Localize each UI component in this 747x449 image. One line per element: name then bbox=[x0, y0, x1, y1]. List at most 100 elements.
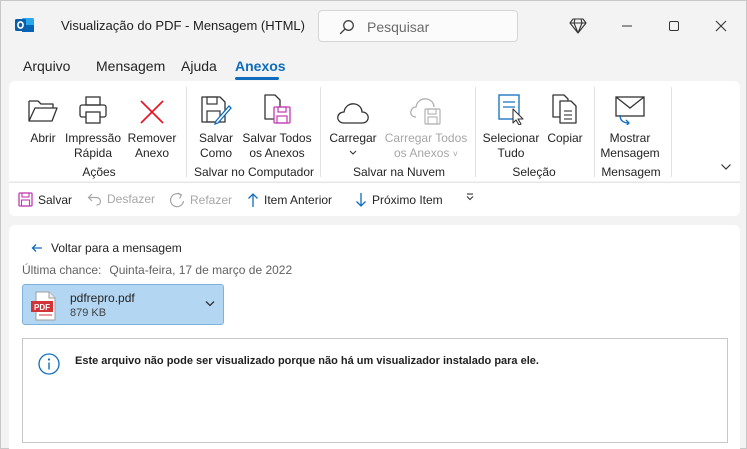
abrir-button[interactable]: Abrir bbox=[23, 89, 63, 146]
arrow-left-icon bbox=[31, 244, 42, 252]
close-button[interactable] bbox=[701, 11, 741, 41]
copiar-button[interactable]: Copiar bbox=[543, 89, 587, 146]
quick-access-toolbar: Salvar Desfazer Refazer Item Anterior Pr… bbox=[9, 182, 740, 216]
tab-arquivo[interactable]: Arquivo bbox=[23, 58, 70, 74]
chevron-down-icon[interactable] bbox=[204, 299, 216, 309]
arrow-up-icon bbox=[248, 193, 258, 207]
save-icon bbox=[18, 192, 33, 207]
save-all-attachments-icon bbox=[264, 94, 291, 124]
open-folder-icon bbox=[28, 100, 58, 122]
title-bar: Visualização do PDF - Mensagem (HTML) Pe… bbox=[1, 1, 746, 51]
ribbon-separator bbox=[594, 87, 595, 177]
last-chance-label: Última chance: bbox=[22, 263, 102, 277]
ribbon-separator bbox=[475, 87, 476, 177]
tab-mensagem[interactable]: Mensagem bbox=[96, 58, 165, 74]
qat-proximo-item-label: Próximo Item bbox=[372, 193, 443, 207]
ribbon-separator bbox=[671, 87, 672, 177]
chevron-down-icon bbox=[721, 164, 731, 170]
group-label-acoes: Ações bbox=[82, 165, 116, 179]
maximize-button[interactable] bbox=[654, 11, 694, 41]
attachment-chip[interactable]: PDF pdfrepro.pdf 879 KB bbox=[22, 284, 224, 325]
qat-customize-button[interactable] bbox=[465, 192, 475, 202]
outlook-app-icon bbox=[15, 18, 34, 32]
abrir-label: Abrir bbox=[30, 131, 56, 145]
save-as-icon bbox=[201, 96, 232, 125]
selecionar-label-2: Tudo bbox=[497, 146, 525, 160]
attachment-size: 879 KB bbox=[70, 307, 107, 319]
attachment-name: pdfrepro.pdf bbox=[70, 291, 135, 305]
salvar-como-label-2: Como bbox=[199, 146, 232, 160]
active-tab-indicator bbox=[235, 77, 279, 80]
impressao-label-1: Impressão bbox=[64, 131, 122, 145]
ribbon-options-button[interactable] bbox=[720, 161, 732, 175]
qat-desfazer-button[interactable]: Desfazer bbox=[87, 192, 155, 206]
last-chance-value: Quinta-feira, 17 de março de 2022 bbox=[109, 263, 293, 277]
copy-icon bbox=[552, 94, 577, 124]
carregar-button[interactable]: Carregar bbox=[327, 89, 379, 161]
ribbon-tabs: Arquivo Mensagem Ajuda Anexos bbox=[1, 53, 746, 80]
salvar-todos-label-2: os Anexos bbox=[249, 146, 305, 160]
impressao-rapida-button[interactable]: Impressão Rápida bbox=[63, 89, 123, 161]
preview-message-box: Este arquivo não pode ser visualizado po… bbox=[22, 338, 728, 443]
mostrar-label-2: Mensagem bbox=[600, 146, 660, 160]
search-icon bbox=[339, 20, 354, 35]
tab-anexos[interactable]: Anexos bbox=[235, 58, 286, 74]
minimize-icon bbox=[622, 25, 632, 27]
last-chance-row: Última chance: Quinta-feira, 17 de março … bbox=[22, 263, 292, 277]
info-icon bbox=[38, 353, 60, 375]
qat-desfazer-label: Desfazer bbox=[107, 192, 156, 206]
selecionar-label-1: Selecionar bbox=[482, 131, 540, 145]
qat-item-anterior-button[interactable]: Item Anterior bbox=[247, 192, 332, 208]
qat-refazer-label: Refazer bbox=[190, 193, 233, 207]
qat-salvar-label: Salvar bbox=[38, 192, 73, 207]
maximize-icon bbox=[669, 21, 679, 31]
qat-refazer-button[interactable]: Refazer bbox=[169, 192, 232, 208]
ribbon-separator bbox=[186, 87, 187, 177]
select-all-icon bbox=[498, 94, 524, 125]
mostrar-mensagem-button[interactable]: Mostrar Mensagem bbox=[598, 89, 662, 161]
printer-icon bbox=[79, 96, 107, 124]
tab-ajuda[interactable]: Ajuda bbox=[181, 58, 217, 74]
redo-icon bbox=[169, 192, 185, 208]
qat-salvar-button[interactable]: Salvar bbox=[18, 192, 72, 207]
undo-icon bbox=[87, 193, 102, 206]
impressao-label-2: Rápida bbox=[73, 146, 113, 160]
cloud-upload-all-icon bbox=[410, 98, 441, 125]
carregar-todos-button[interactable]: Carregar Todos os Anexos ˅ bbox=[383, 89, 469, 162]
outlook-window: Visualização do PDF - Mensagem (HTML) Pe… bbox=[0, 0, 747, 449]
cloud-icon bbox=[337, 103, 369, 124]
back-to-message-link[interactable]: Voltar para a mensagem bbox=[31, 241, 182, 255]
remover-label-1: Remover bbox=[127, 131, 177, 145]
qat-item-anterior-label: Item Anterior bbox=[264, 193, 333, 207]
attachment-preview-pane: Voltar para a mensagem Última chance: Qui… bbox=[9, 225, 740, 449]
salvar-todos-label-1: Salvar Todos bbox=[242, 131, 312, 145]
group-label-selecao: Seleção bbox=[512, 165, 556, 179]
mostrar-label-1: Mostrar bbox=[609, 131, 651, 145]
remover-anexo-button[interactable]: Remover Anexo bbox=[125, 89, 179, 161]
window-title: Visualização do PDF - Mensagem (HTML) bbox=[61, 18, 305, 33]
ribbon-separator bbox=[320, 87, 321, 177]
qat-proximo-item-button[interactable]: Próximo Item bbox=[355, 192, 443, 208]
carregar-label: Carregar bbox=[329, 131, 377, 145]
minimize-button[interactable] bbox=[607, 11, 647, 41]
selecionar-tudo-button[interactable]: Selecionar Tudo bbox=[481, 89, 541, 161]
diamond-icon bbox=[569, 18, 587, 34]
salvar-como-label-1: Salvar bbox=[198, 131, 233, 145]
group-label-mensagem: Mensagem bbox=[601, 165, 661, 179]
remove-x-icon bbox=[140, 100, 164, 124]
remover-label-2: Anexo bbox=[134, 146, 170, 160]
group-label-salvar-computador: Salvar no Computador bbox=[193, 165, 315, 179]
premium-diamond-button[interactable] bbox=[558, 11, 598, 41]
search-input[interactable]: Pesquisar bbox=[318, 10, 518, 42]
search-placeholder: Pesquisar bbox=[367, 19, 430, 35]
carregar-todos-label-2: os Anexos ˅ bbox=[394, 146, 458, 160]
chevron-down-icon bbox=[349, 150, 357, 155]
ribbon: Abrir Impressão Rápida Remover Anexo Açõ… bbox=[9, 81, 740, 181]
carregar-todos-label-1: Carregar Todos bbox=[384, 131, 468, 145]
arrow-down-icon bbox=[356, 193, 366, 207]
salvar-todos-anexos-button[interactable]: Salvar Todos os Anexos bbox=[241, 89, 313, 161]
salvar-como-button[interactable]: Salvar Como bbox=[193, 89, 239, 161]
back-link-label: Voltar para a mensagem bbox=[51, 241, 182, 255]
group-label-salvar-nuvem: Salvar na Nuvem bbox=[352, 165, 446, 179]
customize-dropdown-icon bbox=[466, 193, 474, 201]
